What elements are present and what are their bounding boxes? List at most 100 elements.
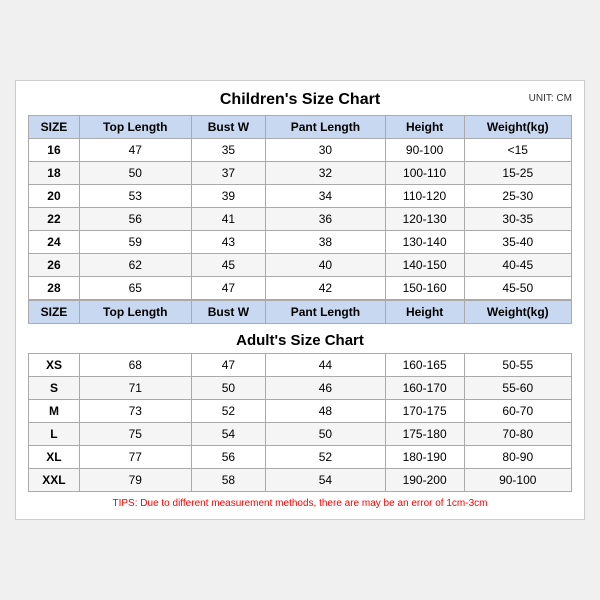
adults-size-table: Adult's Size Chart SIZE Top Length Bust …	[28, 300, 572, 492]
table-cell: L	[29, 423, 80, 446]
table-cell: 24	[29, 231, 80, 254]
col-header-size: SIZE	[29, 116, 80, 139]
table-cell: 80-90	[464, 446, 571, 469]
table-cell: 90-100	[464, 469, 571, 492]
table-cell: M	[29, 400, 80, 423]
table-cell: 50	[266, 423, 386, 446]
table-cell: 52	[266, 446, 386, 469]
table-cell: 54	[266, 469, 386, 492]
table-cell: 43	[191, 231, 266, 254]
adults-title-row: Adult's Size Chart	[29, 324, 572, 354]
table-row: XS684744160-16550-55	[29, 354, 572, 377]
table-cell: 160-170	[385, 377, 464, 400]
table-cell: 48	[266, 400, 386, 423]
title-row: Children's Size Chart UNIT: CM	[28, 91, 572, 109]
table-row: 22564136120-13030-35	[29, 208, 572, 231]
table-cell: 56	[79, 208, 191, 231]
adult-col-header-bust-w: Bust W	[191, 301, 266, 324]
table-cell: 47	[191, 354, 266, 377]
table-cell: 47	[191, 277, 266, 300]
table-cell: 130-140	[385, 231, 464, 254]
table-cell: 50	[79, 162, 191, 185]
table-cell: 90-100	[385, 139, 464, 162]
table-cell: 37	[191, 162, 266, 185]
table-cell: XXL	[29, 469, 80, 492]
adult-col-header-pant-length: Pant Length	[266, 301, 386, 324]
table-row: 18503732100-11015-25	[29, 162, 572, 185]
table-cell: 120-130	[385, 208, 464, 231]
table-cell: 35-40	[464, 231, 571, 254]
table-row: S715046160-17055-60	[29, 377, 572, 400]
table-cell: 40-45	[464, 254, 571, 277]
table-cell: 38	[266, 231, 386, 254]
table-cell: XL	[29, 446, 80, 469]
table-cell: 60-70	[464, 400, 571, 423]
table-cell: 42	[266, 277, 386, 300]
col-header-height: Height	[385, 116, 464, 139]
table-cell: 75	[79, 423, 191, 446]
table-cell: 25-30	[464, 185, 571, 208]
table-row: 24594338130-14035-40	[29, 231, 572, 254]
table-cell: 175-180	[385, 423, 464, 446]
table-cell: 180-190	[385, 446, 464, 469]
table-cell: 50	[191, 377, 266, 400]
adults-chart-title: Adult's Size Chart	[29, 324, 572, 354]
adult-col-header-top-length: Top Length	[79, 301, 191, 324]
table-cell: 65	[79, 277, 191, 300]
table-cell: 79	[79, 469, 191, 492]
adult-col-header-size: SIZE	[29, 301, 80, 324]
adults-table-header: SIZE Top Length Bust W Pant Length Heigh…	[29, 301, 572, 324]
table-row: M735248170-17560-70	[29, 400, 572, 423]
table-cell: 30-35	[464, 208, 571, 231]
table-cell: 40	[266, 254, 386, 277]
table-cell: 54	[191, 423, 266, 446]
unit-label: UNIT: CM	[529, 93, 572, 104]
table-row: XXL795854190-20090-100	[29, 469, 572, 492]
table-cell: 39	[191, 185, 266, 208]
table-cell: 150-160	[385, 277, 464, 300]
table-cell: 56	[191, 446, 266, 469]
table-cell: 58	[191, 469, 266, 492]
table-cell: 50-55	[464, 354, 571, 377]
adult-col-header-height: Height	[385, 301, 464, 324]
table-cell: 28	[29, 277, 80, 300]
table-cell: 26	[29, 254, 80, 277]
children-size-table: SIZE Top Length Bust W Pant Length Heigh…	[28, 115, 572, 300]
table-cell: S	[29, 377, 80, 400]
adults-table-body: XS684744160-16550-55S715046160-17055-60M…	[29, 354, 572, 492]
table-cell: 160-165	[385, 354, 464, 377]
table-cell: 110-120	[385, 185, 464, 208]
table-cell: 35	[191, 139, 266, 162]
table-cell: 16	[29, 139, 80, 162]
table-cell: 44	[266, 354, 386, 377]
children-chart-title: Children's Size Chart	[220, 91, 380, 109]
table-cell: 20	[29, 185, 80, 208]
table-cell: <15	[464, 139, 571, 162]
table-cell: 170-175	[385, 400, 464, 423]
chart-container: Children's Size Chart UNIT: CM SIZE Top …	[15, 80, 585, 520]
col-header-bust-w: Bust W	[191, 116, 266, 139]
table-row: 28654742150-16045-50	[29, 277, 572, 300]
table-cell: 46	[266, 377, 386, 400]
tips-text: TIPS: Due to different measurement metho…	[28, 498, 572, 509]
table-cell: 15-25	[464, 162, 571, 185]
table-cell: 45-50	[464, 277, 571, 300]
table-cell: 22	[29, 208, 80, 231]
table-cell: 30	[266, 139, 386, 162]
table-cell: 32	[266, 162, 386, 185]
table-cell: 55-60	[464, 377, 571, 400]
table-cell: 34	[266, 185, 386, 208]
table-cell: 62	[79, 254, 191, 277]
table-row: 20533934110-12025-30	[29, 185, 572, 208]
table-cell: 70-80	[464, 423, 571, 446]
adult-col-header-weight: Weight(kg)	[464, 301, 571, 324]
children-table-body: 1647353090-100<1518503732100-11015-25205…	[29, 139, 572, 300]
col-header-top-length: Top Length	[79, 116, 191, 139]
table-cell: 190-200	[385, 469, 464, 492]
table-cell: 41	[191, 208, 266, 231]
table-cell: 47	[79, 139, 191, 162]
table-row: L755450175-18070-80	[29, 423, 572, 446]
table-cell: 18	[29, 162, 80, 185]
table-cell: 73	[79, 400, 191, 423]
table-cell: XS	[29, 354, 80, 377]
